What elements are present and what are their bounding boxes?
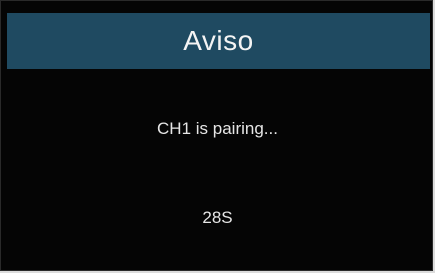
- dialog-titlebar: Aviso: [7, 13, 430, 69]
- countdown-timer: 28S: [202, 208, 233, 227]
- pairing-message: CH1 is pairing...: [157, 119, 278, 138]
- pairing-dialog: Aviso CH1 is pairing... 28S: [0, 0, 433, 271]
- dialog-title: Aviso: [183, 25, 254, 56]
